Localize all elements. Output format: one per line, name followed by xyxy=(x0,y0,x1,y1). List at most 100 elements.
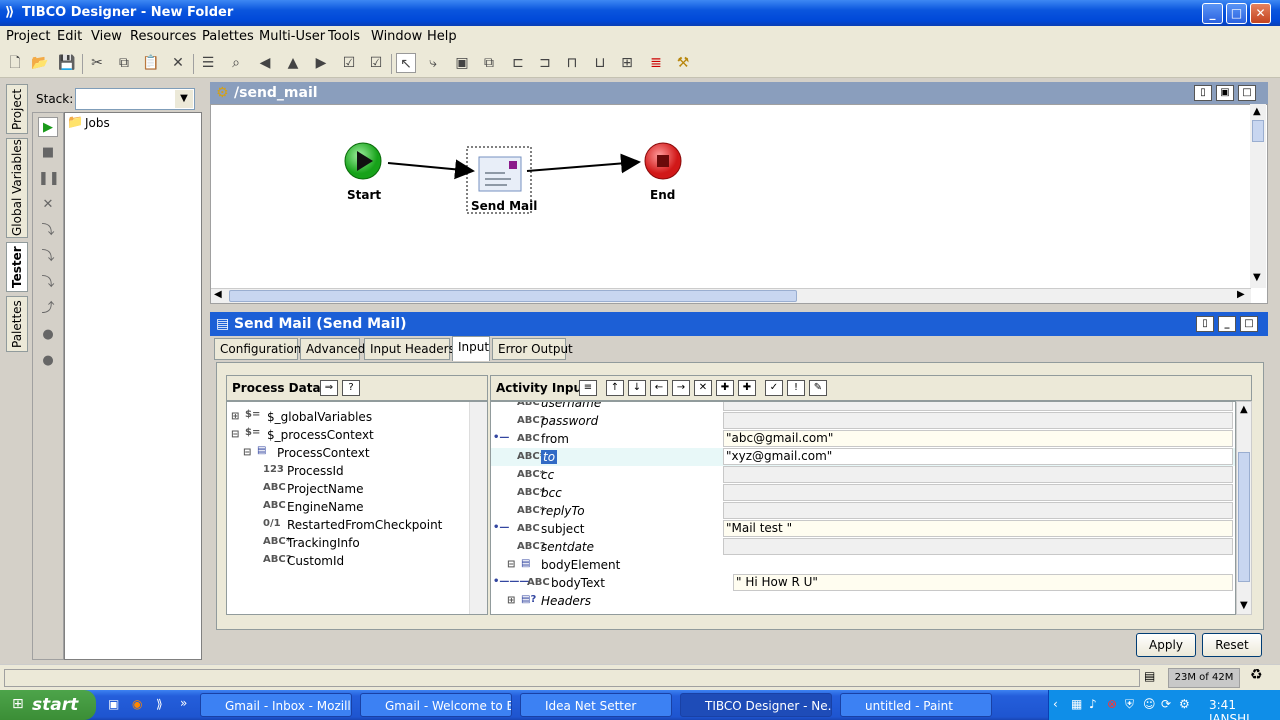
tab-input[interactable]: Input xyxy=(452,336,490,361)
menu-view[interactable]: View xyxy=(91,29,122,44)
field-value[interactable] xyxy=(723,402,1233,411)
antivirus-icon[interactable]: ⊗ xyxy=(1107,697,1117,711)
transition-arrow[interactable] xyxy=(526,153,641,174)
tree-node[interactable]: ⊟ $= $_processContext xyxy=(231,426,471,444)
chevron-down-icon[interactable]: ▼ xyxy=(175,90,193,108)
field-value[interactable]: "abc@gmail.com" xyxy=(723,430,1233,447)
transition-arrow[interactable] xyxy=(387,159,475,180)
menu-palettes[interactable]: Palettes xyxy=(202,29,254,44)
update-icon[interactable]: ⟳ xyxy=(1161,697,1171,711)
start-test-icon[interactable]: ▶ xyxy=(38,117,58,137)
collapse-icon[interactable]: ⊟ xyxy=(231,429,239,440)
align-center-icon[interactable]: ⊐ xyxy=(535,53,555,73)
tree-node[interactable]: ABC ProjectName xyxy=(263,480,471,498)
menu-window[interactable]: Window xyxy=(371,29,422,44)
tab-configuration[interactable]: Configuration xyxy=(214,338,301,360)
xpath-icon[interactable]: ≡ xyxy=(579,380,597,396)
tab-advanced[interactable]: Advanced xyxy=(300,338,365,360)
input-row-selected[interactable]: ABC* to "xyz@gmail.com" xyxy=(491,448,1235,466)
help-icon[interactable]: ? xyxy=(342,380,360,396)
menu-project[interactable]: Project xyxy=(6,29,50,44)
tab-error-output[interactable]: Error Output xyxy=(492,338,573,360)
fit-icon[interactable]: ▣ xyxy=(1216,85,1234,101)
doc-icon[interactable]: ▯ xyxy=(1196,316,1214,332)
task-paint[interactable]: untitled - Paint xyxy=(840,693,992,717)
menu-multi-user[interactable]: Multi-User xyxy=(259,29,325,44)
tab-input-headers[interactable]: Input Headers xyxy=(364,338,455,360)
save-icon[interactable]: 💾 xyxy=(57,53,77,73)
move-right-icon[interactable]: → xyxy=(672,380,690,396)
distribute-icon[interactable]: ⊞ xyxy=(617,53,637,73)
tree-vscrollbar[interactable] xyxy=(469,402,487,614)
group-icon[interactable]: ▣ xyxy=(452,53,472,73)
find-list-icon[interactable]: ☰ xyxy=(198,53,218,73)
security-icon[interactable]: ⛨ xyxy=(1125,697,1134,712)
scroll-right-icon[interactable]: ▶ xyxy=(1237,289,1245,300)
field-value[interactable] xyxy=(723,466,1233,483)
scroll-thumb[interactable] xyxy=(229,290,797,302)
scroll-down-icon[interactable]: ▼ xyxy=(1240,600,1248,611)
clear-breakpoint-icon[interactable]: ● xyxy=(38,351,58,371)
align-bottom-icon[interactable]: ⊔ xyxy=(590,53,610,73)
input-row[interactable]: •——— ABC bodyText " Hi How R U" xyxy=(491,574,1235,592)
scroll-thumb[interactable] xyxy=(1238,452,1250,582)
new-project-icon[interactable]: 🗋 xyxy=(5,53,25,73)
expand-icon[interactable]: ⊞ xyxy=(231,411,239,422)
tab-project[interactable]: Project xyxy=(6,84,28,134)
minimize-button[interactable]: _ xyxy=(1202,3,1223,24)
log-icon[interactable]: ▤ xyxy=(1144,669,1155,683)
maximize-panel-icon[interactable]: □ xyxy=(1238,85,1256,101)
edit-icon[interactable]: ✎ xyxy=(809,380,827,396)
pause-icon[interactable]: ❚❚ xyxy=(38,169,60,189)
expand-icon[interactable]: ⊞ xyxy=(507,595,515,606)
ungroup-icon[interactable]: ⧉ xyxy=(479,53,499,73)
step-over-icon[interactable]: ⤵ xyxy=(38,273,58,293)
step-out-icon[interactable]: ⤴ xyxy=(38,299,58,319)
menu-edit[interactable]: Edit xyxy=(57,29,82,44)
clock[interactable]: 3:41 JANSHI xyxy=(1209,698,1280,720)
field-value[interactable]: "Mail test " xyxy=(723,520,1233,537)
canvas-vscrollbar[interactable]: ▲ ▼ xyxy=(1250,104,1266,288)
task-gmail-welcome[interactable]: Gmail - Welcome to Bl... xyxy=(360,693,512,717)
input-row[interactable]: •— ABC from "abc@gmail.com" xyxy=(491,430,1235,448)
input-row[interactable]: ABC? sentdate xyxy=(491,538,1235,556)
firefox-icon[interactable]: ◉ xyxy=(132,697,142,711)
jobs-label[interactable]: Jobs xyxy=(85,116,110,130)
step-into-icon[interactable]: ⤵ xyxy=(38,247,58,267)
move-up-icon[interactable]: ↑ xyxy=(606,380,624,396)
validate-all-icon[interactable]: ☑ xyxy=(366,53,386,73)
field-value[interactable] xyxy=(723,538,1233,555)
menu-resources[interactable]: Resources xyxy=(130,29,196,44)
reset-button[interactable]: Reset xyxy=(1202,633,1262,657)
align-left-icon[interactable]: ⊏ xyxy=(508,53,528,73)
input-row[interactable]: ⊟ ▤ bodyElement xyxy=(491,556,1235,574)
tray-expand-icon[interactable]: ‹ xyxy=(1053,697,1058,711)
more-icon[interactable]: » xyxy=(180,696,187,710)
input-row[interactable]: ABC* cc xyxy=(491,466,1235,484)
open-project-icon[interactable]: 📂 xyxy=(30,53,50,73)
menu-help[interactable]: Help xyxy=(427,29,457,44)
input-vscrollbar[interactable]: ▲ ▼ xyxy=(1236,401,1252,615)
task-tibco-designer[interactable]: TIBCO Designer - Ne... xyxy=(680,693,832,717)
step-icon[interactable]: ⤵ xyxy=(38,221,58,241)
input-row[interactable]: ABC username xyxy=(491,402,1235,412)
cut-icon[interactable]: ✂ xyxy=(87,53,107,73)
scroll-left-icon[interactable]: ◀ xyxy=(214,289,222,300)
tree-node[interactable]: ABC? CustomId xyxy=(263,552,471,570)
select-pointer-icon[interactable]: ↖ xyxy=(396,53,416,73)
tree-node[interactable]: ⊞ $= $_globalVariables xyxy=(231,408,471,426)
delete-icon[interactable]: ✕ xyxy=(694,380,712,396)
input-row[interactable]: ⊞ ▤? Headers xyxy=(491,592,1235,610)
tab-palettes[interactable]: Palettes xyxy=(6,296,28,352)
error-icon[interactable]: ! xyxy=(787,380,805,396)
scroll-down-icon[interactable]: ▼ xyxy=(1253,272,1261,283)
list-icon[interactable]: ≣ xyxy=(646,53,666,73)
input-row[interactable]: •— ABC subject "Mail test " xyxy=(491,520,1235,538)
scroll-up-icon[interactable]: ▲ xyxy=(1253,106,1261,117)
quicklaunch-icon[interactable]: ▣ xyxy=(108,697,119,711)
back-arrow-icon[interactable]: ◀ xyxy=(255,53,275,73)
forward-arrow-icon[interactable]: ▶ xyxy=(311,53,331,73)
transition-icon[interactable]: ⤷ xyxy=(423,53,443,73)
scroll-up-icon[interactable]: ▲ xyxy=(1240,404,1248,415)
search-icon[interactable]: ⌕ xyxy=(226,53,246,73)
